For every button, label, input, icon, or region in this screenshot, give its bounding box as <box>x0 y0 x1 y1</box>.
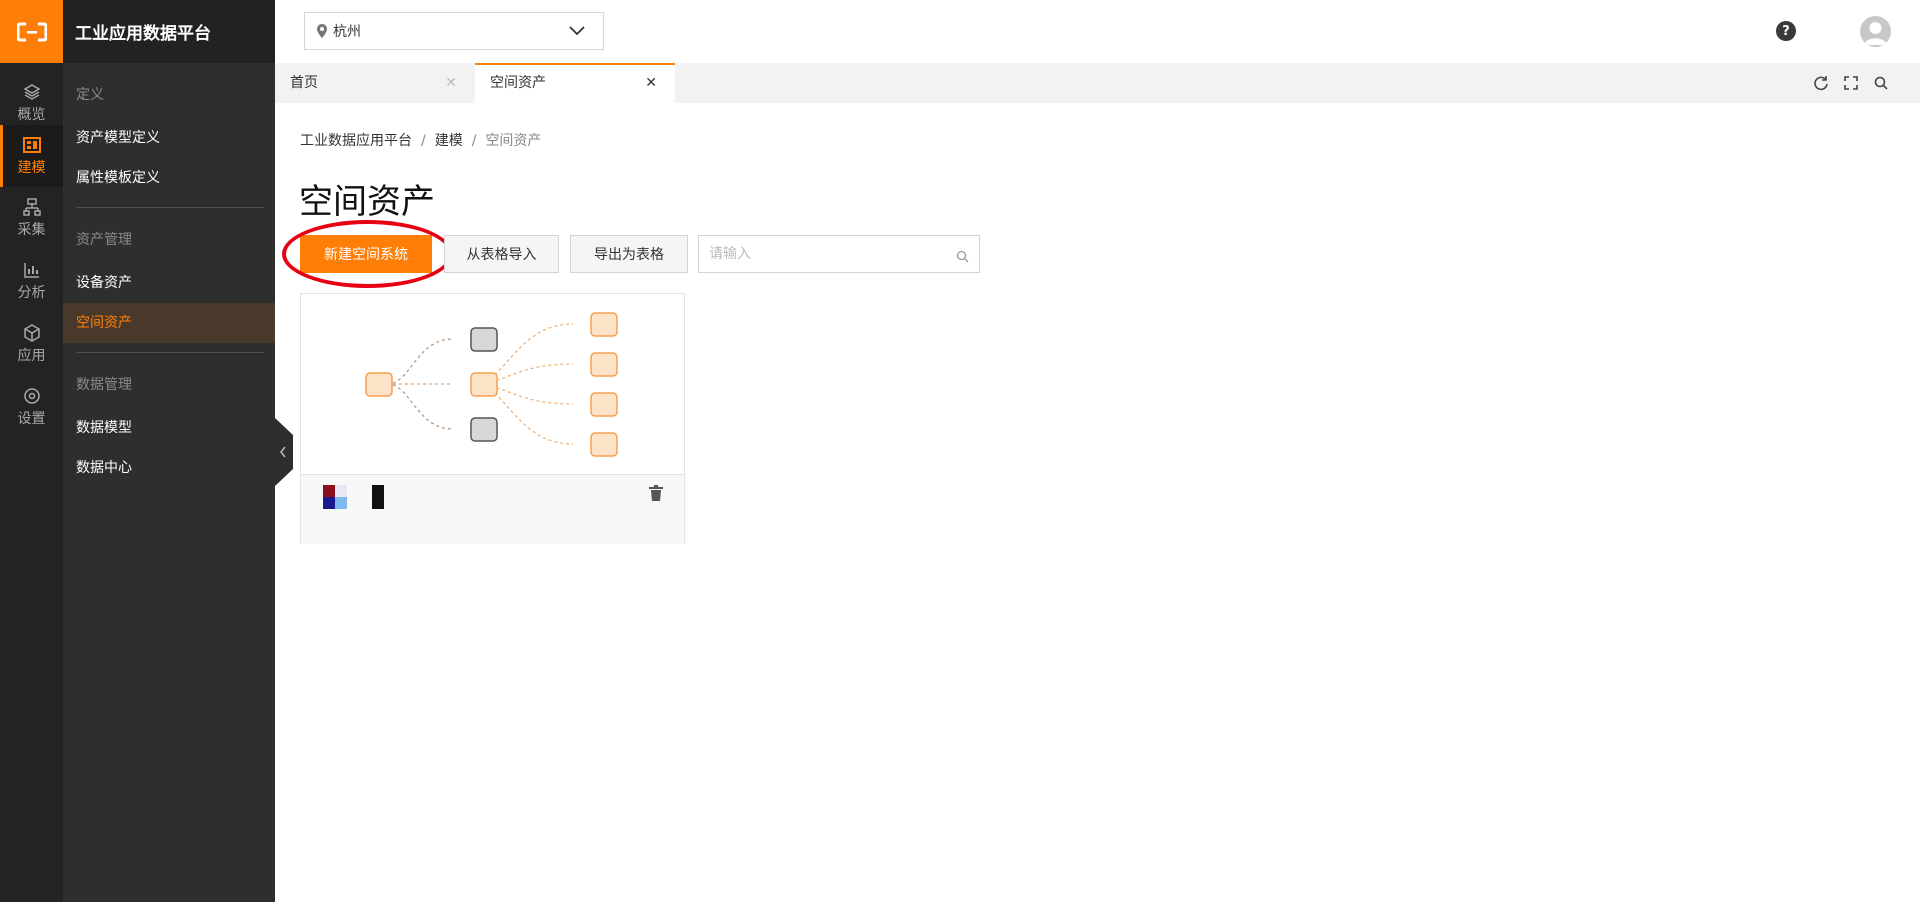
rail-item-apps[interactable]: 应用 <box>0 313 63 375</box>
rail-item-label: 设置 <box>17 411 46 427</box>
sidebar-item-space-assets[interactable]: 空间资产 <box>63 303 275 343</box>
rail-item-settings[interactable]: 设置 <box>0 376 63 438</box>
rail-item-label: 分析 <box>17 285 46 301</box>
rail-item-modeling[interactable]: 建模 <box>0 125 63 187</box>
search-input[interactable] <box>699 236 951 272</box>
collect-icon <box>22 197 42 217</box>
sidebar-divider <box>76 352 264 353</box>
tab-home[interactable]: 首页 ✕ <box>275 63 475 103</box>
rail-item-analysis[interactable]: 分析 <box>0 250 63 312</box>
sidebar-divider <box>76 207 264 208</box>
breadcrumb-item-modeling[interactable]: 建模 <box>435 133 463 149</box>
rail-item-label: 建模 <box>17 160 46 176</box>
chart-icon <box>22 260 42 280</box>
create-space-system-button[interactable]: 新建空间系统 <box>300 235 432 273</box>
sidebar: 工业应用数据平台 定义 资产模型定义 属性模板定义 资产管理 设备资产 空间资产… <box>63 0 275 902</box>
location-pin-icon <box>317 24 327 38</box>
tab-label: 首页 <box>290 75 318 91</box>
breadcrumb-item-platform[interactable]: 工业数据应用平台 <box>300 133 412 149</box>
search-field <box>698 235 980 273</box>
aliyun-logo-icon[interactable] <box>0 0 63 63</box>
fullscreen-icon[interactable] <box>1843 75 1859 91</box>
rail-item-label: 概览 <box>17 107 46 123</box>
breadcrumb-separator: / <box>471 133 477 149</box>
sidebar-item-data-center[interactable]: 数据中心 <box>63 448 275 488</box>
rail-item-collect[interactable]: 采集 <box>0 187 63 249</box>
thumbnail-icon <box>323 485 347 513</box>
modeling-icon <box>22 135 42 155</box>
tabs-bar: 首页 ✕ 空间资产 ✕ <box>275 63 1920 103</box>
layers-icon <box>22 82 42 102</box>
export-to-table-button[interactable]: 导出为表格 <box>570 235 688 273</box>
sidebar-item-device-assets[interactable]: 设备资产 <box>63 263 275 303</box>
city-select[interactable]: 杭州 <box>304 12 604 50</box>
card-footer <box>301 474 684 544</box>
search-icon[interactable] <box>956 248 969 267</box>
sidebar-item-attribute-template-definition[interactable]: 属性模板定义 <box>63 158 275 198</box>
user-avatar-icon[interactable] <box>1860 16 1891 47</box>
thumbnail-icon <box>371 485 385 513</box>
sidebar-section-title: 定义 <box>76 87 104 103</box>
page-title: 空间资产 <box>299 182 435 222</box>
sidebar-collapse-toggle[interactable] <box>275 418 293 486</box>
space-system-topology-icon <box>301 294 684 474</box>
sidebar-section-title: 数据管理 <box>76 377 132 393</box>
city-select-value: 杭州 <box>333 24 361 40</box>
rail-item-label: 采集 <box>17 222 46 238</box>
chevron-left-icon <box>279 443 287 462</box>
icon-rail: 概览 建模 采集 分析 应用 设置 <box>0 0 63 902</box>
close-icon[interactable]: ✕ <box>445 63 457 103</box>
breadcrumb-separator: / <box>421 133 426 149</box>
sidebar-item-data-model[interactable]: 数据模型 <box>63 408 275 448</box>
sidebar-item-asset-model-definition[interactable]: 资产模型定义 <box>63 118 275 158</box>
top-bar: 杭州 ? <box>275 0 1920 63</box>
close-icon[interactable]: ✕ <box>645 63 657 103</box>
breadcrumb: 工业数据应用平台 / 建模 / 空间资产 <box>300 130 541 150</box>
sidebar-section-title: 资产管理 <box>76 232 132 248</box>
tab-space-assets[interactable]: 空间资产 ✕ <box>475 63 675 103</box>
trash-icon[interactable] <box>649 485 663 505</box>
refresh-icon[interactable] <box>1813 75 1829 91</box>
help-icon[interactable]: ? <box>1776 21 1796 41</box>
search-icon[interactable] <box>1873 75 1889 91</box>
gear-icon <box>22 386 42 406</box>
import-from-table-button[interactable]: 从表格导入 <box>444 235 559 273</box>
cube-icon <box>22 323 42 343</box>
rail-item-label: 应用 <box>17 348 46 364</box>
tab-label: 空间资产 <box>490 75 546 91</box>
app-title: 工业应用数据平台 <box>63 0 275 63</box>
chevron-down-icon <box>569 24 585 40</box>
space-system-card[interactable] <box>300 293 685 544</box>
breadcrumb-item-current: 空间资产 <box>485 133 542 149</box>
